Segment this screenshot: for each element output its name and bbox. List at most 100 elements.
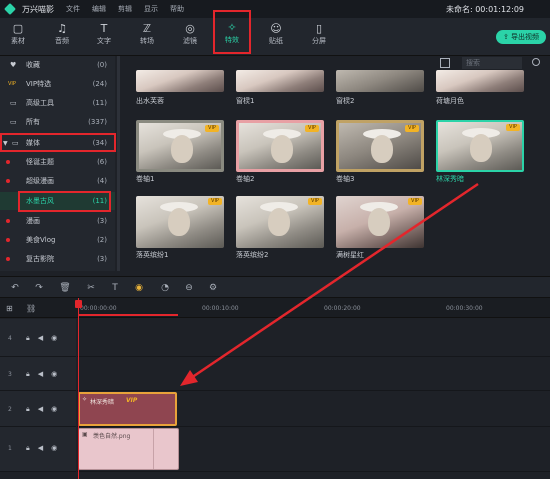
- speaker-icon[interactable]: ◀: [38, 370, 43, 379]
- redo-icon[interactable]: ↷: [32, 281, 46, 295]
- sidebar-item-all[interactable]: ▭ 所有 (337): [0, 113, 115, 131]
- track-header-1: 1 🔒︎ ◀ ◉: [0, 427, 76, 472]
- add-track-icon[interactable]: ⊞: [6, 304, 13, 313]
- menu-view[interactable]: 显示: [144, 4, 158, 14]
- vip-badge: VIP: [506, 124, 520, 131]
- sidebar-item-favorites[interactable]: ♥ 收藏 (0): [0, 56, 115, 74]
- vip-badge: VIP: [405, 125, 419, 132]
- menu-edit[interactable]: 编辑: [92, 4, 106, 14]
- clip-divider: [153, 429, 154, 469]
- text-tool-icon[interactable]: T: [108, 281, 122, 295]
- transition-icon: ℤ: [142, 22, 152, 35]
- eye-icon[interactable]: ◉: [51, 405, 57, 414]
- tool-splitscreen[interactable]: ▯ 分屏: [303, 22, 335, 46]
- timeline-ruler[interactable]: ⊞ ⛓ 00:00:00:00 00:00:10:00 00:00:20:00 …: [0, 298, 550, 318]
- eye-icon[interactable]: ◉: [51, 444, 57, 453]
- tool-label: 特效: [225, 36, 239, 44]
- media-clip[interactable]: ▣ 羡色自然.png: [78, 428, 179, 470]
- track-number: 2: [8, 406, 12, 413]
- export-button[interactable]: ⇪ 导出视频: [496, 30, 546, 44]
- effect-thumb-6[interactable]: VIP: [236, 120, 324, 172]
- speed-icon[interactable]: ◔: [158, 281, 172, 295]
- track-number: 4: [8, 335, 12, 342]
- playhead-handle[interactable]: [75, 300, 82, 308]
- project-title: 未命名: 00:01:12:09: [445, 5, 524, 14]
- eye-icon[interactable]: ◉: [51, 370, 57, 379]
- sidebar-item-supercomic[interactable]: 超级漫画 (4): [0, 172, 115, 190]
- folder-icon: ▭: [10, 118, 17, 126]
- effect-clip-vip: VIP: [126, 397, 138, 404]
- speaker-icon[interactable]: ◀: [38, 405, 43, 414]
- sidebar-item-count: (24): [92, 80, 107, 88]
- delete-icon[interactable]: 🗑: [58, 281, 72, 295]
- bullet-icon: [6, 160, 10, 164]
- speaker-icon[interactable]: ◀: [38, 334, 43, 343]
- sidebar-item-count: (3): [97, 255, 107, 263]
- bullet-icon: [6, 257, 10, 261]
- menu-file[interactable]: 文件: [66, 4, 80, 14]
- color-icon[interactable]: ◉: [132, 281, 146, 295]
- thumb-image: [470, 134, 492, 162]
- playhead[interactable]: [78, 298, 79, 479]
- effect-thumb-3[interactable]: [336, 70, 424, 92]
- effect-thumb-8[interactable]: VIP: [436, 120, 524, 172]
- effect-label: 窗棂2: [336, 97, 355, 105]
- tool-effects[interactable]: ✧ 特效: [213, 10, 251, 54]
- cut-icon[interactable]: ✂: [84, 281, 98, 295]
- sidebar-item-comic[interactable]: 漫画 (3): [0, 212, 115, 230]
- menu-help[interactable]: 帮助: [170, 4, 184, 14]
- bullet-icon: [6, 238, 10, 242]
- eye-icon[interactable]: ◉: [51, 334, 57, 343]
- sidebar-item-count: (0): [97, 61, 107, 69]
- sidebar-item-vip[interactable]: VIP VIP特选 (24): [0, 75, 115, 93]
- effect-thumb-11[interactable]: VIP: [336, 196, 424, 248]
- effect-thumb-5[interactable]: VIP: [136, 120, 224, 172]
- sidebar-scrollbar[interactable]: [117, 56, 120, 271]
- search-input[interactable]: 搜索: [462, 57, 522, 69]
- tool-media[interactable]: ▢ 素材: [2, 22, 34, 46]
- effect-thumb-2[interactable]: [236, 70, 324, 92]
- speaker-icon[interactable]: ◀: [38, 444, 43, 453]
- app-name: 万兴喵影: [22, 4, 54, 14]
- sticker-icon: ☺: [270, 22, 282, 35]
- sidebar-item-advanced[interactable]: ▭ 高级工具 (11): [0, 94, 115, 112]
- menu-clip[interactable]: 剪辑: [118, 4, 132, 14]
- sidebar-item-label: 美食Vlog: [26, 236, 56, 244]
- image-icon: ▣: [82, 431, 88, 438]
- lock-icon[interactable]: 🔒︎: [26, 405, 30, 414]
- thumb-image: [368, 208, 390, 236]
- grid-view-icon[interactable]: [440, 58, 450, 68]
- lock-icon[interactable]: 🔒︎: [26, 334, 30, 343]
- tool-audio[interactable]: ♫ 音频: [46, 22, 78, 46]
- timeline-toolbar: ↶ ↷ 🗑 ✂ T ◉ ◔ ⊖ ⚙: [0, 276, 550, 298]
- effect-thumb-4[interactable]: [436, 70, 524, 92]
- sidebar-item-label: 漫画: [26, 217, 40, 225]
- effect-clip[interactable]: ✧ 林深秀暗 VIP: [78, 392, 177, 426]
- tool-sticker[interactable]: ☺ 贴纸: [260, 22, 292, 46]
- effect-label: 卷轴3: [336, 175, 355, 183]
- effect-thumb-10[interactable]: VIP: [236, 196, 324, 248]
- lock-icon[interactable]: 🔒︎: [26, 370, 30, 379]
- undo-icon[interactable]: ↶: [8, 281, 22, 295]
- vip-badge: VIP: [208, 198, 222, 205]
- search-icon[interactable]: [532, 58, 540, 66]
- effect-thumb-1[interactable]: [136, 70, 224, 92]
- sidebar-item-foodvlog[interactable]: 美食Vlog (2): [0, 231, 115, 249]
- track-lane-3[interactable]: [77, 357, 550, 391]
- effect-thumb-9[interactable]: VIP: [136, 196, 224, 248]
- zoom-out-icon[interactable]: ⊖: [182, 281, 196, 295]
- settings-icon[interactable]: ⚙: [206, 281, 220, 295]
- lock-icon[interactable]: 🔒︎: [26, 444, 30, 453]
- track-lane-4[interactable]: [77, 319, 550, 357]
- tool-transition[interactable]: ℤ 转场: [131, 22, 163, 46]
- tool-text[interactable]: T 文字: [88, 22, 120, 46]
- link-icon[interactable]: ⛓: [26, 304, 36, 313]
- sidebar-item-count: (4): [97, 177, 107, 185]
- tool-label: 滤镜: [183, 37, 197, 45]
- tool-label: 转场: [140, 37, 154, 45]
- sidebar-item-retrocinema[interactable]: 复古影院 (3): [0, 250, 115, 268]
- tool-filter[interactable]: ◎ 滤镜: [174, 22, 206, 46]
- sidebar-item-count: (3): [97, 217, 107, 225]
- effect-thumb-7[interactable]: VIP: [336, 120, 424, 172]
- sidebar-item-weird[interactable]: 怪诞主题 (6): [0, 153, 115, 171]
